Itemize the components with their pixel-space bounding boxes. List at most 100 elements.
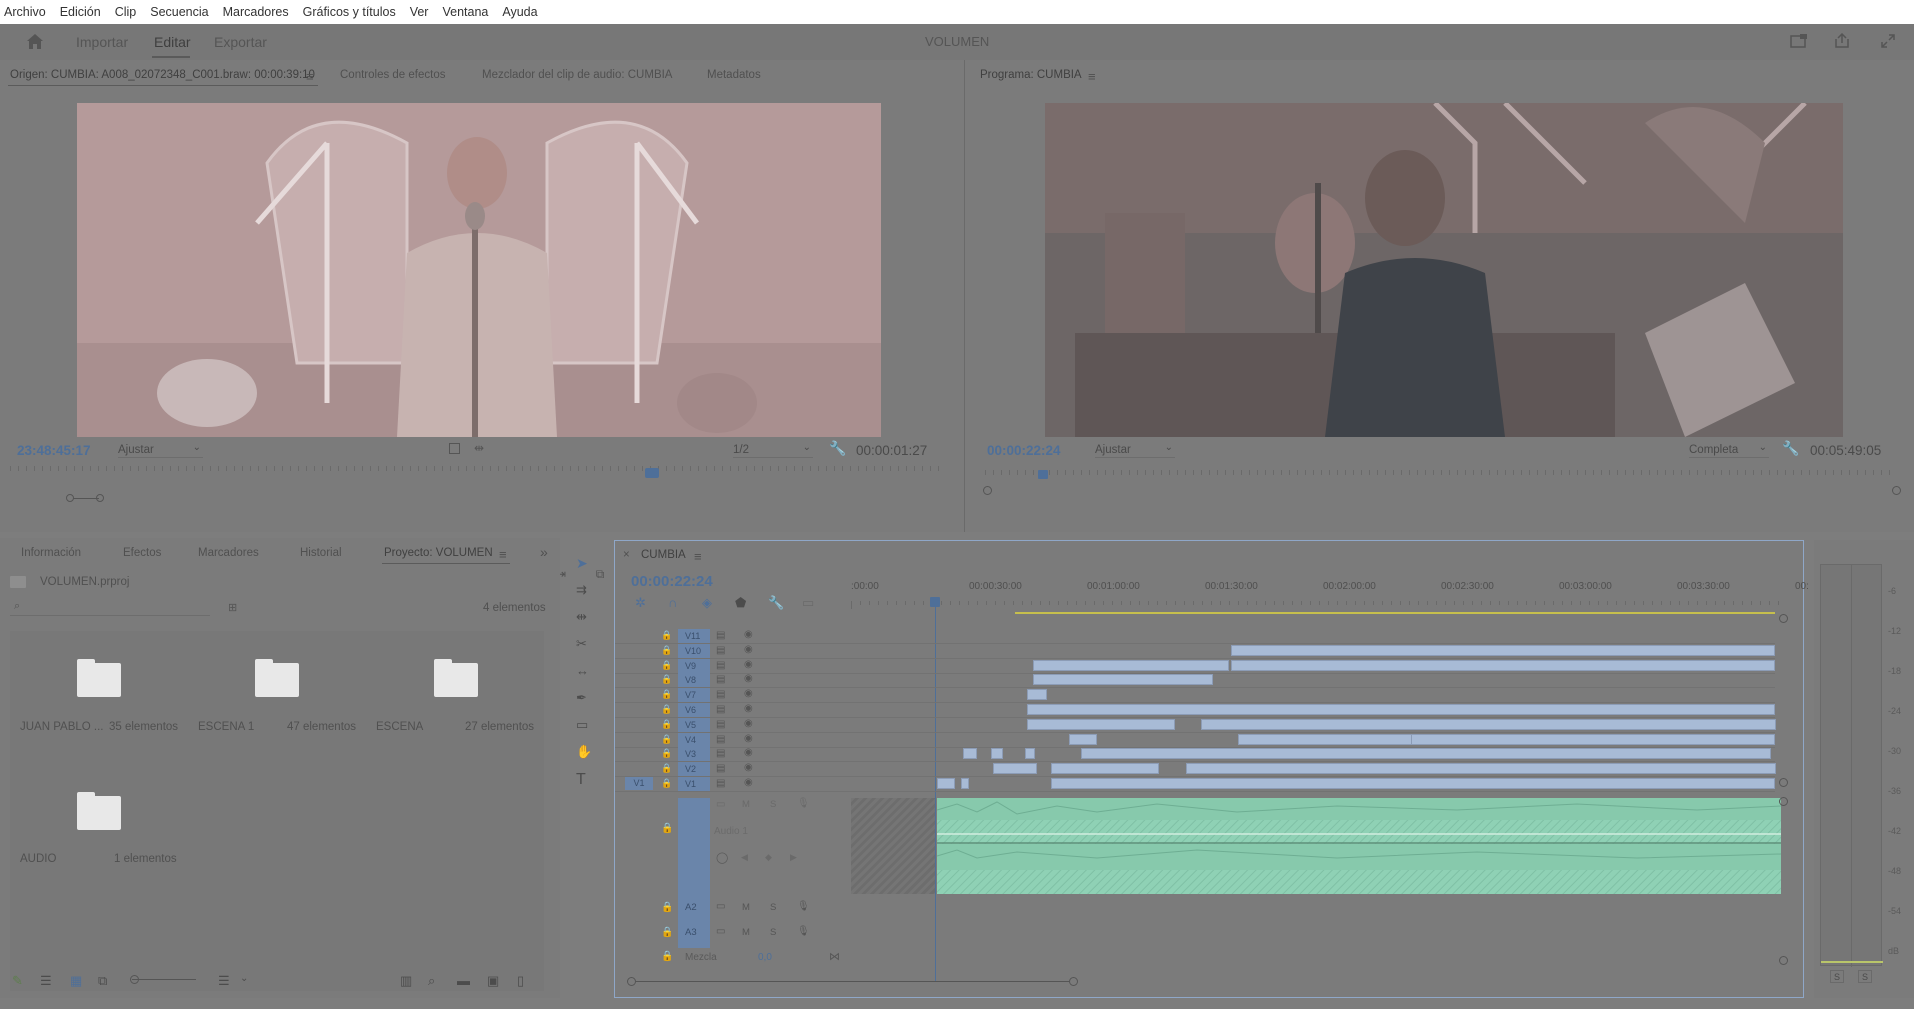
wrench-icon[interactable]: 🔧 xyxy=(1782,440,1799,457)
volume-knob-icon[interactable]: ◯ xyxy=(716,851,728,864)
video-clip[interactable] xyxy=(963,748,977,760)
lock-icon[interactable]: 🔒 xyxy=(661,645,672,656)
program-playhead[interactable] xyxy=(1038,470,1048,479)
a2-solo-button[interactable]: S xyxy=(770,902,776,913)
vertical-scroll-handle[interactable] xyxy=(1779,614,1788,623)
video-clip[interactable] xyxy=(1201,718,1776,730)
source-scrubber[interactable] xyxy=(10,466,944,482)
share-icon[interactable] xyxy=(1834,33,1850,49)
tab-editar[interactable]: Editar xyxy=(154,34,191,50)
sync-lock-icon[interactable]: ▤ xyxy=(716,719,725,730)
vertical-scroll-handle[interactable] xyxy=(1779,778,1788,787)
program-video-frame[interactable] xyxy=(1045,103,1843,437)
video-track-header[interactable]: 🔒 V3 ▤ ◉ xyxy=(615,747,1775,763)
a1-audio-clip[interactable] xyxy=(937,798,1781,894)
source-resolution-dropdown[interactable]: 1/2 ⌄ xyxy=(733,442,813,458)
program-scrubber[interactable] xyxy=(985,470,1895,486)
solo-right-button[interactable]: S xyxy=(1858,970,1872,983)
work-area-bar[interactable] xyxy=(1015,612,1775,614)
bin-name[interactable]: AUDIO xyxy=(20,853,56,865)
video-track-header[interactable]: 🔒 V6 ▤ ◉ xyxy=(615,703,1775,718)
a3-track-name[interactable]: A3 xyxy=(685,927,697,938)
selection-tool-icon[interactable]: ➤ xyxy=(576,555,588,572)
video-track-header[interactable]: 🔒 V8 ▤ ◉ xyxy=(615,673,1775,689)
video-clip[interactable] xyxy=(1231,644,1775,656)
video-track-header[interactable]: 🔒 V9 ▤ ◉ xyxy=(615,658,1775,674)
a1-mute-button[interactable]: M xyxy=(742,799,750,810)
timeline-ruler[interactable]: :00:00 00:00:30:00 00:01:00:00 00:01:30:00 0… xyxy=(851,581,1809,611)
program-timecode[interactable]: 00:00:22:24 xyxy=(987,443,1061,458)
lock-icon[interactable]: 🔒 xyxy=(661,763,672,774)
type-tool-icon[interactable]: T xyxy=(576,771,586,789)
razor-icon[interactable]: ✂ xyxy=(576,636,587,652)
lock-icon[interactable]: 🔒 xyxy=(661,927,673,938)
eye-icon[interactable]: ◉ xyxy=(744,703,753,714)
a3-mute-button[interactable]: M xyxy=(742,927,750,938)
timeline-timecode[interactable]: 00:00:22:24 xyxy=(631,573,713,590)
timeline-playhead[interactable] xyxy=(930,597,940,607)
track-select-icon[interactable]: ⇉ xyxy=(576,582,587,598)
solo-left-button[interactable]: S xyxy=(1830,970,1844,983)
a2-mute-button[interactable]: M xyxy=(742,902,750,913)
project-tab-menu-icon[interactable]: ≡ xyxy=(499,547,507,562)
lock-icon[interactable]: 🔒 xyxy=(661,748,672,759)
add-marker-icon[interactable]: ⬟ xyxy=(735,595,746,611)
sync-lock-icon[interactable]: ▤ xyxy=(716,734,725,745)
menu-ventana[interactable]: Ventana xyxy=(442,5,488,19)
microphone-icon[interactable]: 🎙 xyxy=(797,798,810,809)
thumbnail-zoom-handle[interactable] xyxy=(130,975,139,984)
wrench-icon[interactable]: 🔧 xyxy=(768,595,784,611)
video-clip[interactable] xyxy=(1411,733,1775,745)
video-clip[interactable] xyxy=(1081,748,1771,760)
captions-icon[interactable]: ▭ xyxy=(802,595,814,611)
video-clip[interactable] xyxy=(1069,733,1097,745)
program-zoom-end-handle[interactable] xyxy=(1892,486,1901,495)
eye-icon[interactable]: ◉ xyxy=(744,629,753,640)
hand-tool-icon[interactable]: ✋ xyxy=(576,744,592,760)
vertical-scroll-handle[interactable] xyxy=(1779,797,1788,806)
trash-icon[interactable]: ▯ xyxy=(517,973,524,989)
lock-icon[interactable]: 🔒 xyxy=(661,689,672,700)
snap-icon[interactable]: ✲ xyxy=(635,595,646,611)
video-clip[interactable] xyxy=(1033,659,1229,671)
video-clip[interactable] xyxy=(961,778,969,789)
folder-icon[interactable] xyxy=(255,659,299,697)
sync-lock-icon[interactable]: ▤ xyxy=(716,674,725,685)
tab-audio-clip-mixer[interactable]: Mezclador del clip de audio: CUMBIA xyxy=(482,69,672,81)
lock-icon[interactable]: 🔒 xyxy=(661,630,672,641)
source-zoom-end-handle[interactable] xyxy=(96,494,104,502)
video-clip[interactable] xyxy=(991,748,1003,760)
eye-icon[interactable]: ◉ xyxy=(744,747,753,758)
video-track-header[interactable]: 🔒 V7 ▤ ◉ xyxy=(615,688,1775,704)
thumbnail-zoom-slider[interactable] xyxy=(132,979,196,980)
tab-source[interactable]: Origen: CUMBIA: A008_02072348_C001.braw:… xyxy=(10,69,315,81)
menu-edicion[interactable]: Edición xyxy=(60,5,101,19)
source-timecode[interactable]: 23:48:45:17 xyxy=(17,443,91,458)
lock-icon[interactable]: 🔒 xyxy=(661,951,673,962)
video-clip[interactable] xyxy=(1027,704,1775,715)
next-keyframe-icon[interactable]: ▶ xyxy=(790,852,797,863)
quick-export-icon[interactable] xyxy=(1790,34,1808,49)
eye-icon[interactable]: ◉ xyxy=(744,673,753,684)
program-fit-dropdown[interactable]: Ajustar ⌄ xyxy=(1095,442,1175,458)
sequence-tab-menu-icon[interactable]: ≡ xyxy=(694,549,702,564)
sync-lock-icon[interactable]: ▤ xyxy=(716,645,725,656)
program-zoom-start-handle[interactable] xyxy=(983,486,992,495)
tab-exportar[interactable]: Exportar xyxy=(214,34,267,50)
folder-icon[interactable] xyxy=(77,659,121,697)
horizontal-scrollbar[interactable] xyxy=(635,981,1069,982)
menu-archivo[interactable]: Archivo xyxy=(4,5,46,19)
tab-effect-controls[interactable]: Controles de efectos xyxy=(340,69,445,81)
tab-metadata[interactable]: Metadatos xyxy=(707,69,761,81)
lock-icon[interactable]: 🔒 xyxy=(661,778,672,789)
video-clip[interactable] xyxy=(1033,674,1213,686)
tab-project[interactable]: Proyecto: VOLUMEN xyxy=(384,547,493,559)
source-patch-v1[interactable]: V1 xyxy=(625,777,653,790)
tab-info[interactable]: Información xyxy=(21,547,81,559)
ripple-edit-icon[interactable]: ⇹ xyxy=(576,609,587,625)
tab-markers[interactable]: Marcadores xyxy=(198,547,259,559)
close-icon[interactable]: × xyxy=(623,549,630,561)
menu-clip[interactable]: Clip xyxy=(115,5,137,19)
lock-icon[interactable]: 🔒 xyxy=(661,704,672,715)
pencil-icon[interactable]: ✎ xyxy=(12,973,23,989)
